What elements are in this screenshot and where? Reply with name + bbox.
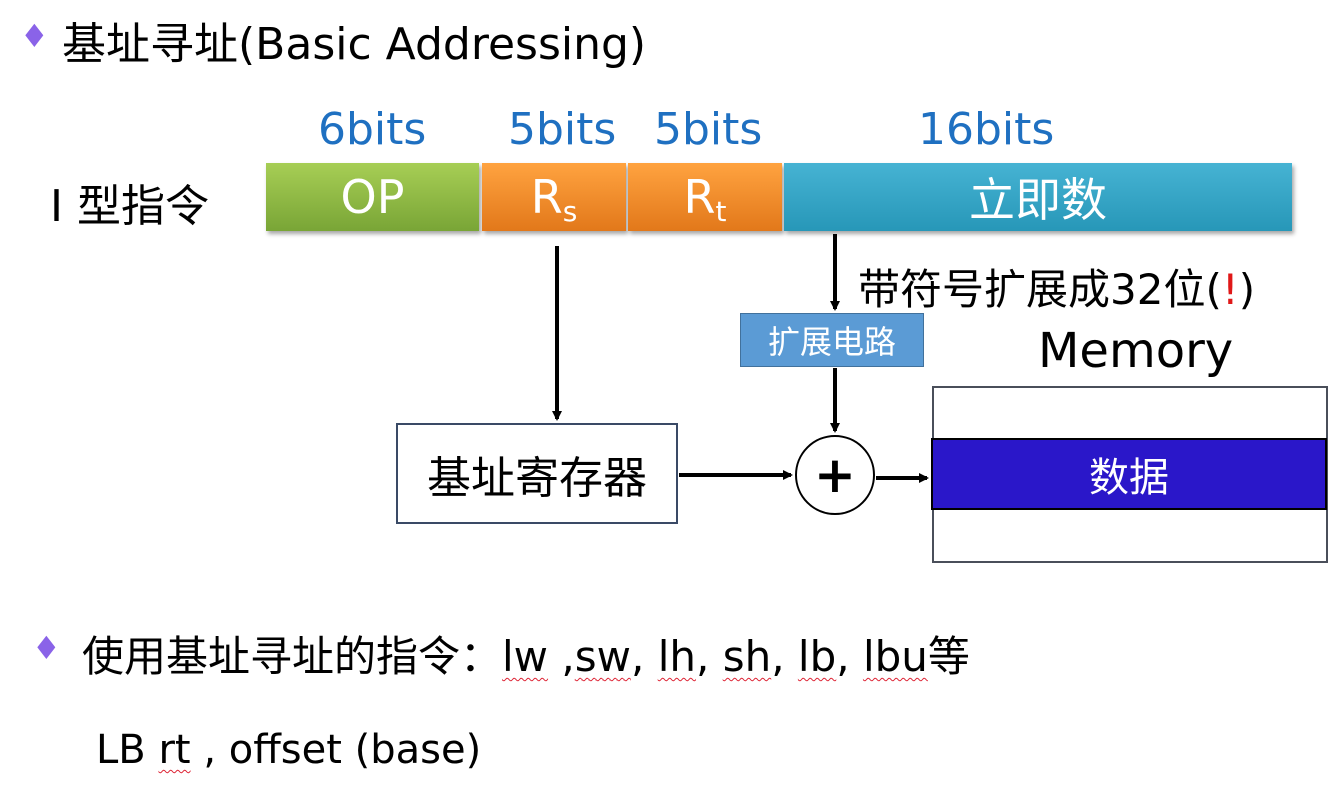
- bits-label-rt: 5bits: [654, 104, 763, 155]
- field-rt: Rt: [628, 163, 782, 231]
- field-immediate-label: 立即数: [969, 173, 1107, 227]
- sign-extend-emphasis: !: [1221, 265, 1239, 314]
- base-register-label: 基址寄存器: [427, 452, 647, 504]
- field-rt-label: R: [683, 170, 716, 224]
- usage-instr-lb: lb: [797, 632, 837, 681]
- itype-label: I 型指令: [50, 181, 209, 232]
- adder-circle: +: [795, 435, 875, 515]
- field-op: OP: [266, 163, 479, 231]
- usage-instr-lw: lw: [502, 632, 549, 681]
- bits-label-rs: 5bits: [508, 104, 617, 155]
- plus-icon: +: [814, 446, 856, 504]
- memory-data-label: 数据: [1089, 455, 1169, 501]
- usage-suffix: 等: [927, 632, 970, 681]
- field-rs-subscript: s: [562, 194, 578, 228]
- usage-instr-sw: sw: [574, 632, 631, 681]
- field-rt-subscript: t: [715, 194, 727, 228]
- bits-label-immediate: 16bits: [918, 104, 1055, 155]
- usage-line: 使用基址寻址的指令：lw ,sw, lh, sh, lb, lbu等: [82, 632, 970, 681]
- field-rs: Rs: [482, 163, 626, 231]
- usage-prefix: 使用基址寻址的指令：: [82, 632, 503, 681]
- syntax-rest: , offset (base): [203, 727, 482, 773]
- usage-instr-sh: sh: [722, 632, 772, 681]
- extension-circuit-box: 扩展电路: [740, 313, 924, 367]
- field-rs-label: R: [530, 170, 563, 224]
- syntax-rt: rt: [158, 727, 191, 773]
- title-bullet-icon: ♦: [20, 17, 49, 55]
- memory-data-cell: 数据: [931, 438, 1327, 510]
- field-op-label: OP: [340, 170, 405, 224]
- usage-instr-lbu: lbu: [862, 632, 928, 681]
- usage-instr-lh: lh: [657, 632, 696, 681]
- memory-label: Memory: [1038, 323, 1234, 379]
- syntax-op: LB: [96, 727, 146, 773]
- sign-extend-text: 带符号扩展成32位(: [858, 265, 1222, 314]
- sign-extend-close: ): [1238, 265, 1256, 314]
- slide-title: 基址寻址(Basic Addressing): [62, 19, 647, 70]
- field-immediate: 立即数: [784, 163, 1292, 231]
- extension-circuit-label: 扩展电路: [767, 323, 896, 361]
- bits-label-op: 6bits: [318, 104, 427, 155]
- sign-extend-caption: 带符号扩展成32位(!): [858, 256, 1255, 317]
- syntax-line: LB rt , offset (base): [96, 727, 481, 773]
- usage-bullet-icon: ♦: [32, 629, 61, 667]
- base-register-box: 基址寄存器: [396, 423, 678, 524]
